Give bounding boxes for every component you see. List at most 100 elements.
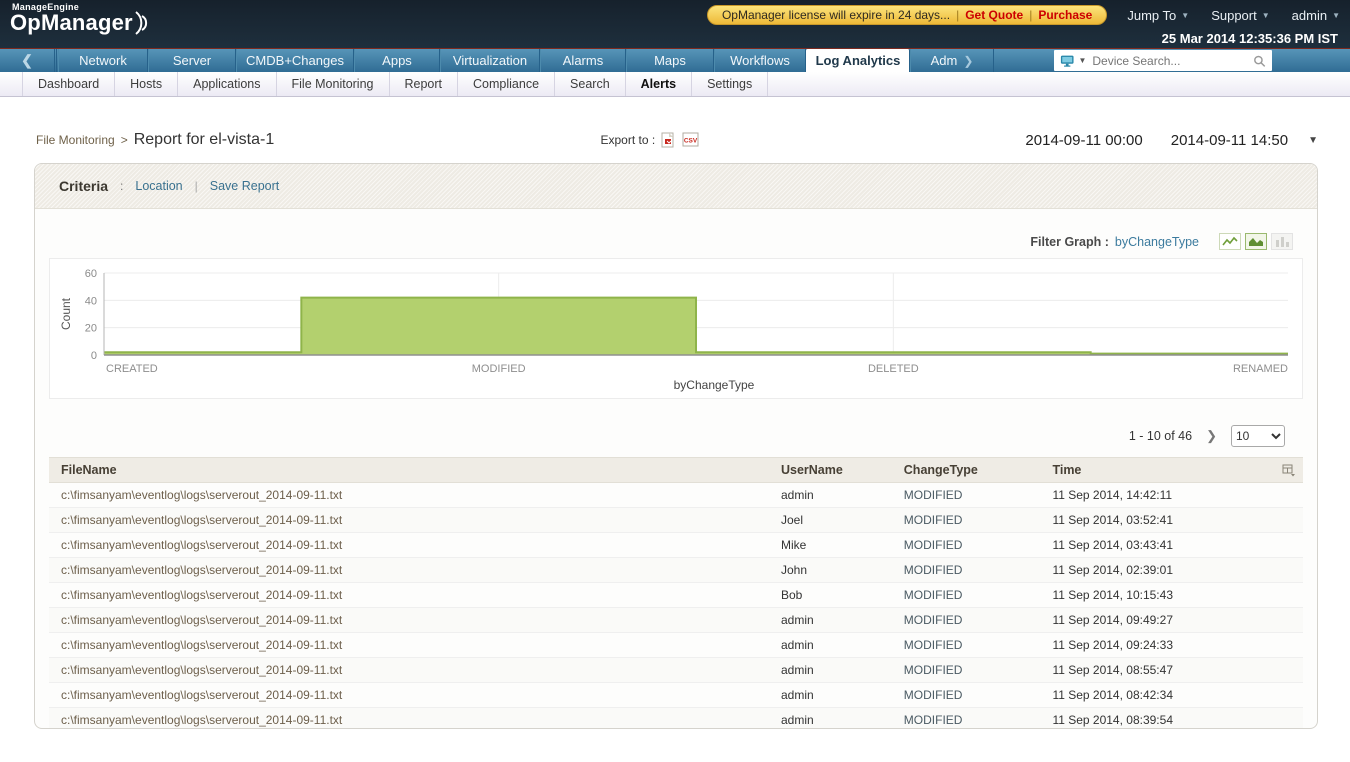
header-menu-jump-to[interactable]: Jump To▼ xyxy=(1127,8,1189,23)
chevron-right-icon: ❯ xyxy=(963,54,973,68)
table-row[interactable]: c:\fimsanyam\eventlog\logs\serverout_201… xyxy=(49,708,1303,730)
table-row[interactable]: c:\fimsanyam\eventlog\logs\serverout_201… xyxy=(49,483,1303,508)
nav-tab-cmdb-changes[interactable]: CMDB+Changes xyxy=(236,49,354,72)
export-pdf-icon[interactable] xyxy=(661,132,676,148)
search-icon[interactable] xyxy=(1253,54,1266,68)
filter-graph-label: Filter Graph : xyxy=(1030,235,1108,249)
cell-extra xyxy=(1264,658,1303,683)
nav-tab-workflows[interactable]: Workflows xyxy=(714,49,806,72)
column-header-changetype[interactable]: ChangeType xyxy=(896,458,1045,483)
cell-filename: c:\fimsanyam\eventlog\logs\serverout_201… xyxy=(49,708,773,730)
cell-extra xyxy=(1264,683,1303,708)
date-to[interactable]: 2014-09-11 14:50 xyxy=(1171,132,1288,149)
subnav-item-alerts[interactable]: Alerts xyxy=(626,72,692,96)
cell-changetype: MODIFIED xyxy=(896,583,1045,608)
sub-nav: DashboardHostsApplicationsFile Monitorin… xyxy=(0,72,1350,97)
purchase-link[interactable]: Purchase xyxy=(1038,8,1092,22)
breadcrumb-parent-link[interactable]: File Monitoring xyxy=(36,133,115,147)
top-header: ManageEngine OpManager OpManager license… xyxy=(0,0,1350,48)
nav-tab-server[interactable]: Server xyxy=(148,49,236,72)
date-range: 2014-09-11 00:00 2014-09-11 14:50 ▼ xyxy=(1025,132,1318,149)
header-menu-label: Support xyxy=(1211,8,1257,23)
header-menu-admin[interactable]: admin ▼ xyxy=(1292,8,1340,23)
nav-tab-adm[interactable]: Adm ❯ xyxy=(910,49,994,72)
cell-username: John xyxy=(773,558,896,583)
chevron-down-icon[interactable]: ▼ xyxy=(1308,135,1318,146)
nav-tab-maps[interactable]: Maps xyxy=(626,49,714,72)
line-chart-button[interactable] xyxy=(1219,233,1241,250)
nav-tab-virtualization[interactable]: Virtualization xyxy=(440,49,540,72)
date-from[interactable]: 2014-09-11 00:00 xyxy=(1025,132,1142,149)
svg-text:CSV: CSV xyxy=(684,138,698,145)
nav-tabs: NetworkServer CMDB+Changes AppsVirtualizat… xyxy=(58,49,994,72)
get-quote-link[interactable]: Get Quote xyxy=(965,8,1023,22)
nav-tab-label: Log Analytics xyxy=(816,53,901,68)
nav-tab-apps[interactable]: Apps xyxy=(354,49,440,72)
chevron-down-icon: ▼ xyxy=(1332,11,1340,20)
table-row[interactable]: c:\fimsanyam\eventlog\logs\serverout_201… xyxy=(49,583,1303,608)
cell-filename: c:\fimsanyam\eventlog\logs\serverout_201… xyxy=(49,583,773,608)
bar-chart-button[interactable] xyxy=(1271,233,1293,250)
column-header-username[interactable]: UserName xyxy=(773,458,896,483)
header-menu-support[interactable]: Support▼ xyxy=(1211,8,1269,23)
cell-extra xyxy=(1264,583,1303,608)
subnav-item-applications[interactable]: Applications xyxy=(178,72,276,96)
table-row[interactable]: c:\fimsanyam\eventlog\logs\serverout_201… xyxy=(49,533,1303,558)
subnav-item-hosts[interactable]: Hosts xyxy=(115,72,178,96)
cell-time: 11 Sep 2014, 10:15:43 xyxy=(1044,583,1264,608)
table-row[interactable]: c:\fimsanyam\eventlog\logs\serverout_201… xyxy=(49,633,1303,658)
subnav-item-settings[interactable]: Settings xyxy=(692,72,768,96)
license-banner: OpManager license will expire in 24 days… xyxy=(707,5,1107,25)
area-chart-button[interactable] xyxy=(1245,233,1267,250)
line-chart-icon xyxy=(1222,236,1238,247)
cell-extra xyxy=(1264,558,1303,583)
export-csv-icon[interactable]: CSV xyxy=(682,132,699,148)
page-size-select[interactable]: 10 xyxy=(1231,425,1285,447)
next-page-icon[interactable]: ❯ xyxy=(1206,428,1217,444)
save-report-link[interactable]: Save Report xyxy=(210,179,279,193)
device-search-input[interactable] xyxy=(1090,53,1249,69)
header-menu-label: admin xyxy=(1292,8,1327,23)
subnav-item-report[interactable]: Report xyxy=(390,72,459,96)
nav-divider xyxy=(54,49,55,72)
subnav-item-search[interactable]: Search xyxy=(555,72,626,96)
table-row[interactable]: c:\fimsanyam\eventlog\logs\serverout_201… xyxy=(49,558,1303,583)
cell-time: 11 Sep 2014, 08:55:47 xyxy=(1044,658,1264,683)
x-axis-title: byChangeType xyxy=(674,378,755,392)
chevron-down-icon[interactable]: ▼ xyxy=(1078,56,1086,65)
cell-time: 11 Sep 2014, 09:24:33 xyxy=(1044,633,1264,658)
chevron-down-icon: ▼ xyxy=(1181,11,1189,20)
table-row[interactable]: c:\fimsanyam\eventlog\logs\serverout_201… xyxy=(49,608,1303,633)
nav-tab-log-analytics[interactable]: Log Analytics xyxy=(806,49,910,72)
nav-tab-label: CMDB+Changes xyxy=(246,53,344,68)
filter-graph-value: byChangeType xyxy=(1115,235,1199,249)
nav-tab-alarms[interactable]: Alarms xyxy=(540,49,626,72)
nav-tab-label: Adm xyxy=(931,53,958,68)
location-link[interactable]: Location xyxy=(135,179,182,193)
nav-tab-label: Alarms xyxy=(563,53,603,68)
nav-tab-label: Workflows xyxy=(730,53,790,68)
cell-filename: c:\fimsanyam\eventlog\logs\serverout_201… xyxy=(49,483,773,508)
export-label: Export to : xyxy=(600,133,655,147)
subnav-item-dashboard[interactable]: Dashboard xyxy=(22,72,115,96)
subnav-item-file-monitoring[interactable]: File Monitoring xyxy=(277,72,390,96)
cell-changetype: MODIFIED xyxy=(896,633,1045,658)
header-menus: Jump To▼Support▼admin▼ xyxy=(1127,8,1340,23)
column-header-time[interactable]: Time xyxy=(1044,458,1264,483)
subnav-item-compliance[interactable]: Compliance xyxy=(458,72,555,96)
nav-scroll-left-button[interactable]: ❮ xyxy=(0,49,54,72)
table-row[interactable]: c:\fimsanyam\eventlog\logs\serverout_201… xyxy=(49,508,1303,533)
column-header-filename[interactable]: FileName xyxy=(49,458,773,483)
cell-username: admin xyxy=(773,483,896,508)
table-row[interactable]: c:\fimsanyam\eventlog\logs\serverout_201… xyxy=(49,683,1303,708)
table-row[interactable]: c:\fimsanyam\eventlog\logs\serverout_201… xyxy=(49,658,1303,683)
monitor-icon[interactable] xyxy=(1060,54,1074,68)
breadcrumb-row: File Monitoring > Report for el-vista-1 … xyxy=(36,131,1318,149)
column-chooser-icon[interactable] xyxy=(1282,464,1295,477)
y-axis-title: Count xyxy=(59,297,73,330)
nav-tab-network[interactable]: Network xyxy=(58,49,148,72)
filter-graph-row: Filter Graph : byChangeType xyxy=(35,209,1317,256)
area-chart-icon xyxy=(1248,236,1264,247)
x-category-label: CREATED xyxy=(106,363,158,375)
bychangetype-area-chart: 0204060CREATEDMODIFIEDDELETEDRENAMEDbyCh… xyxy=(58,265,1296,393)
